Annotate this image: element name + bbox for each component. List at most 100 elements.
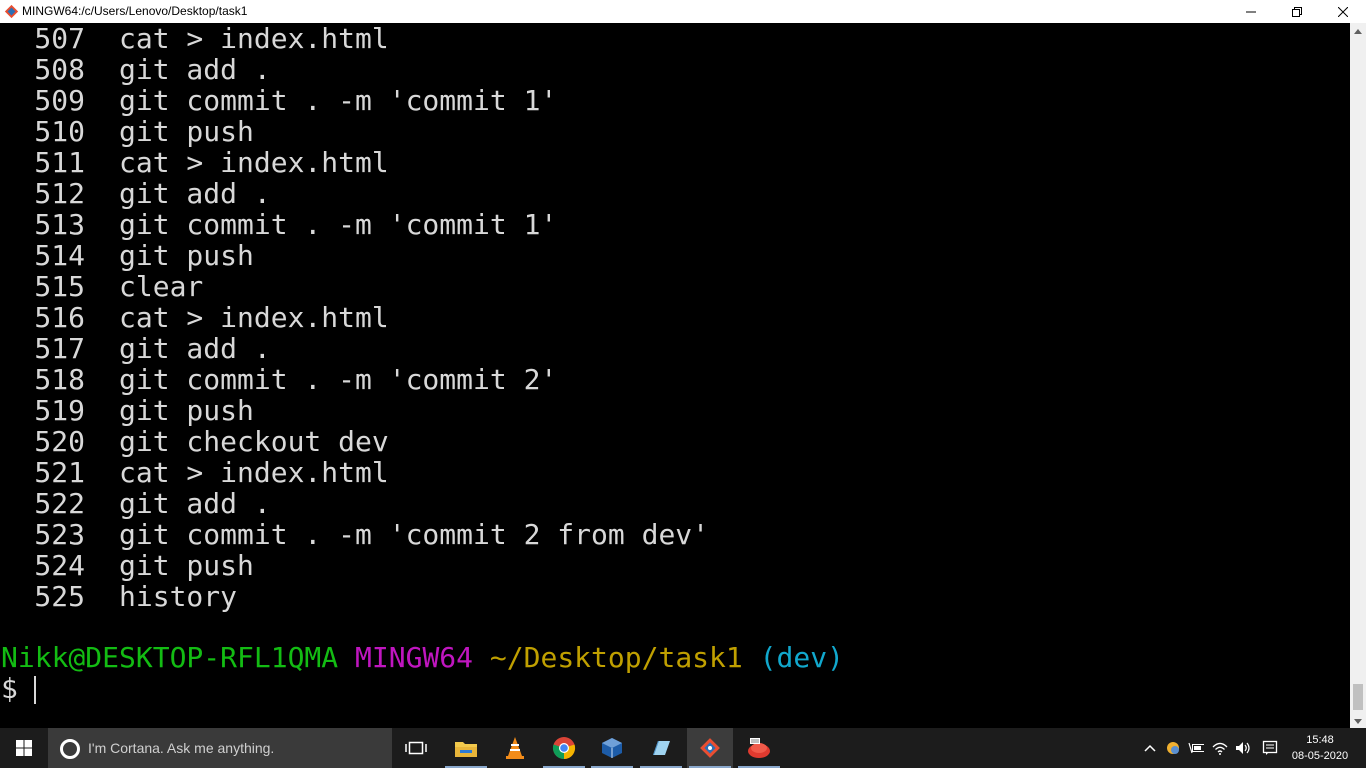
task-view-button[interactable]: [393, 728, 439, 768]
history-line: 513 git commit . -m 'commit 1': [0, 209, 709, 240]
prompt-branch: (dev): [759, 641, 844, 674]
start-button[interactable]: [0, 728, 48, 768]
window-titlebar[interactable]: MINGW64:/c/Users/Lenovo/Desktop/task1: [0, 0, 1366, 23]
close-icon: [1338, 6, 1348, 17]
history-command: git add .: [119, 177, 271, 210]
history-line: 509 git commit . -m 'commit 1': [0, 85, 709, 116]
prompt-user-host: Nikk@DESKTOP-RFL1QMA: [1, 641, 339, 674]
chrome-button[interactable]: [541, 728, 587, 768]
history-number: 517: [34, 332, 85, 365]
wifi-icon: [1212, 742, 1228, 755]
history-line: 514 git push: [0, 240, 709, 271]
prompt-input-line[interactable]: $: [1, 673, 36, 704]
oracle-sql-button[interactable]: [736, 728, 782, 768]
terminal-output[interactable]: 507 cat > index.html 508 git add . 509 git …: [0, 23, 1350, 729]
history-line: 510 git push: [0, 116, 709, 147]
history-number: 507: [34, 23, 85, 55]
volume-button[interactable]: [1235, 740, 1251, 756]
text-cursor: [33, 676, 36, 704]
scroll-up-button[interactable]: [1350, 23, 1366, 39]
show-hidden-icons-button[interactable]: [1142, 740, 1158, 756]
history-command: history: [119, 580, 238, 613]
history-command: git add .: [119, 53, 271, 86]
file-explorer-button[interactable]: [443, 728, 489, 768]
vlc-button[interactable]: [492, 728, 538, 768]
history-command: cat > index.html: [119, 456, 389, 489]
history-command: clear: [119, 270, 204, 303]
task-view-icon: [405, 741, 427, 755]
chrome-icon: [552, 737, 576, 760]
history-line: 516 cat > index.html: [0, 302, 709, 333]
history-number: 521: [34, 456, 85, 489]
minimize-button[interactable]: [1228, 0, 1274, 23]
history-command: git commit . -m 'commit 1': [119, 208, 558, 241]
chevron-up-icon: [1144, 744, 1156, 752]
history-number: 522: [34, 487, 85, 520]
history-line: 515 clear: [0, 271, 709, 302]
cortana-icon: [60, 739, 80, 759]
battery-button[interactable]: [1188, 740, 1204, 756]
clock-time: 15:48: [1306, 734, 1334, 746]
git-icon: [700, 738, 720, 758]
history-command: git push: [119, 394, 254, 427]
restore-button[interactable]: [1274, 0, 1320, 23]
history-number: 512: [34, 177, 85, 210]
history-line: 520 git checkout dev: [0, 426, 709, 457]
history-number: 508: [34, 53, 85, 86]
system-tray: [1136, 728, 1286, 768]
database-icon: [748, 738, 770, 758]
history-line: 524 git push: [0, 550, 709, 581]
git-bash-app-icon: [4, 4, 19, 19]
virtualbox-icon: [602, 738, 622, 758]
history-number: 510: [34, 115, 85, 148]
history-list: 507 cat > index.html 508 git add . 509 git …: [0, 23, 709, 612]
history-command: git push: [119, 549, 254, 582]
history-command: cat > index.html: [119, 146, 389, 179]
history-line: 507 cat > index.html: [0, 23, 709, 54]
close-button[interactable]: [1320, 0, 1366, 23]
network-button[interactable]: [1212, 740, 1228, 756]
weather-icon: [1167, 742, 1179, 754]
history-number: 516: [34, 301, 85, 334]
vertical-scrollbar[interactable]: [1350, 23, 1366, 729]
history-command: git add .: [119, 332, 271, 365]
cortana-search-box[interactable]: I'm Cortana. Ask me anything.: [48, 728, 392, 768]
history-command: cat > index.html: [119, 23, 389, 55]
speaker-icon: [1236, 742, 1250, 754]
history-number: 523: [34, 518, 85, 551]
prompt-path: ~/Desktop/task1: [489, 641, 743, 674]
history-line: 525 history: [0, 581, 709, 612]
prompt-info-line: Nikk@DESKTOP-RFL1QMA MINGW64 ~/Desktop/t…: [1, 642, 844, 673]
notifications-icon: [1262, 740, 1278, 755]
git-bash-button[interactable]: [687, 728, 733, 768]
history-number: 509: [34, 84, 85, 117]
vlc-cone-icon: [506, 737, 524, 759]
history-line: 523 git commit . -m 'commit 2 from dev': [0, 519, 709, 550]
tray-app-button[interactable]: [1165, 740, 1181, 756]
action-center-button[interactable]: [1262, 740, 1278, 756]
history-command: git checkout dev: [119, 425, 389, 458]
history-number: 515: [34, 270, 85, 303]
history-number: 520: [34, 425, 85, 458]
taskbar: I'm Cortana. Ask me anything. 15:48 08-0…: [0, 728, 1366, 768]
history-command: git push: [119, 115, 254, 148]
clock-date: 08-05-2020: [1291, 750, 1349, 762]
history-number: 511: [34, 146, 85, 179]
history-line: 512 git add .: [0, 178, 709, 209]
scroll-down-button[interactable]: [1350, 713, 1366, 729]
history-line: 522 git add .: [0, 488, 709, 519]
notepad-button[interactable]: [638, 728, 684, 768]
history-number: 519: [34, 394, 85, 427]
history-number: 524: [34, 549, 85, 582]
history-number: 525: [34, 580, 85, 613]
folder-icon: [455, 742, 477, 757]
scroll-thumb[interactable]: [1353, 684, 1363, 710]
notepad-icon: [653, 741, 670, 755]
window-title: MINGW64:/c/Users/Lenovo/Desktop/task1: [22, 4, 248, 18]
battery-icon: [1188, 742, 1204, 754]
restore-icon: [1292, 6, 1302, 17]
virtualbox-button[interactable]: [589, 728, 635, 768]
clock[interactable]: 15:48 08-05-2020: [1286, 732, 1354, 764]
history-line: 508 git add .: [0, 54, 709, 85]
history-command: git commit . -m 'commit 2': [119, 363, 558, 396]
